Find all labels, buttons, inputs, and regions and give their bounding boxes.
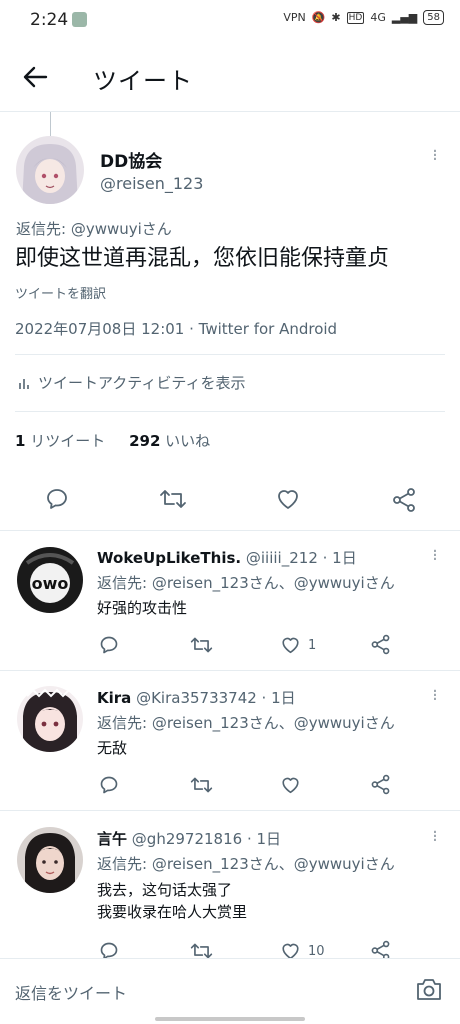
status-time: 2:24 bbox=[30, 10, 69, 30]
avatar[interactable] bbox=[16, 136, 84, 204]
more-options-icon[interactable]: · · · bbox=[432, 143, 438, 169]
retweet-icon[interactable] bbox=[190, 635, 213, 655]
tweet-text: 即使这世道再混乱，您依旧能保持童贞 bbox=[15, 246, 390, 271]
share-icon[interactable] bbox=[370, 774, 391, 795]
vpn-icon: VPN bbox=[283, 11, 306, 24]
more-options-icon[interactable]: · · · bbox=[432, 824, 438, 850]
retweet-count[interactable]: 1 bbox=[15, 432, 25, 450]
reply-meta[interactable]: @iiiii_212 · 1日 bbox=[246, 549, 357, 567]
battery-level: 58 bbox=[423, 10, 444, 25]
reply-to-label[interactable]: 返信先: @reisen_123さん、@ywwuyiさん bbox=[97, 572, 395, 593]
reply-author-name[interactable]: WokeUpLikeThis. bbox=[97, 549, 241, 567]
reply-author-name[interactable]: Kira bbox=[97, 689, 131, 707]
like-icon[interactable] bbox=[275, 487, 301, 511]
engagement-stats: 1 リツイート 292 いいね bbox=[15, 430, 210, 451]
status-icons: VPN 🔕 ✱ HD 4G ▂▄▆ 58 bbox=[283, 10, 444, 25]
reply-meta[interactable]: @gh29721816 · 1日 bbox=[132, 830, 281, 848]
retweet-label[interactable]: リツイート bbox=[30, 432, 105, 450]
like-label[interactable]: いいね bbox=[165, 432, 210, 450]
reply-icon[interactable] bbox=[99, 635, 119, 655]
avatar[interactable] bbox=[17, 827, 83, 893]
bluetooth-icon: ✱ bbox=[331, 11, 341, 24]
like-button[interactable] bbox=[280, 775, 308, 795]
reply-icon[interactable] bbox=[45, 487, 69, 511]
reply-icon[interactable] bbox=[99, 775, 119, 795]
mute-icon: 🔕 bbox=[311, 11, 326, 24]
reply-to-label[interactable]: 返信先: @ywwuyiさん bbox=[16, 218, 172, 239]
like-button[interactable]: 1 bbox=[280, 635, 316, 655]
reply-input[interactable]: 返信をツイート bbox=[15, 980, 127, 1004]
like-count[interactable]: 292 bbox=[129, 432, 160, 450]
reply-text: 无敌 bbox=[97, 737, 127, 759]
divider bbox=[15, 411, 445, 412]
home-indicator[interactable] bbox=[155, 1017, 305, 1021]
reply-to-label[interactable]: 返信先: @reisen_123さん、@ywwuyiさん bbox=[97, 712, 395, 733]
bar-chart-icon bbox=[18, 376, 30, 390]
reply-text-line: 我要收录在哈人大赏里 bbox=[97, 903, 248, 921]
back-arrow-icon[interactable] bbox=[22, 64, 48, 90]
more-options-icon[interactable]: · · · bbox=[432, 683, 438, 709]
divider bbox=[0, 530, 460, 531]
svg-text:owo: owo bbox=[32, 574, 69, 593]
page-title: ツイート bbox=[93, 67, 193, 95]
author-handle[interactable]: @reisen_123 bbox=[100, 174, 203, 193]
like-icon[interactable] bbox=[280, 635, 301, 655]
view-activity-button[interactable]: ツイートアクティビティを表示 bbox=[18, 372, 245, 393]
tweet-datetime: 2022年07月08日 12:01 · Twitter for Android bbox=[15, 320, 338, 338]
divider bbox=[15, 354, 445, 355]
reply-text-line: 好强的攻击性 bbox=[97, 599, 188, 617]
like-count: 1 bbox=[308, 637, 317, 653]
divider bbox=[0, 810, 460, 811]
retweet-icon[interactable] bbox=[159, 487, 187, 511]
hd-icon: HD bbox=[346, 11, 365, 24]
avatar[interactable] bbox=[17, 686, 83, 752]
signal-icon: ▂▄▆ bbox=[391, 11, 418, 24]
retweet-icon[interactable] bbox=[190, 775, 213, 795]
share-icon[interactable] bbox=[370, 634, 391, 655]
reply-text-line: 无敌 bbox=[97, 739, 128, 757]
reply-header: Kira @Kira35733742 · 1日 bbox=[97, 687, 296, 708]
author-name[interactable]: DD協会 bbox=[100, 147, 162, 172]
header-divider bbox=[0, 111, 460, 112]
reply-header: WokeUpLikeThis. @iiiii_212 · 1日 bbox=[97, 547, 357, 568]
like-count: 10 bbox=[308, 943, 325, 959]
reply-text: 好强的攻击性 bbox=[97, 597, 187, 619]
avatar[interactable]: owo bbox=[17, 547, 83, 613]
reply-to-label[interactable]: 返信先: @reisen_123さん、@ywwuyiさん bbox=[97, 853, 395, 874]
reply-text-line: 我去，这句话太强了 bbox=[97, 881, 233, 899]
thread-line bbox=[50, 112, 51, 138]
divider bbox=[0, 670, 460, 671]
like-icon[interactable] bbox=[280, 775, 301, 795]
reply-header: 言午 @gh29721816 · 1日 bbox=[97, 828, 281, 849]
reply-author-name[interactable]: 言午 bbox=[97, 830, 127, 848]
camera-icon[interactable] bbox=[415, 976, 443, 1002]
share-icon[interactable] bbox=[391, 487, 417, 513]
activity-label: ツイートアクティビティを表示 bbox=[38, 374, 246, 392]
translate-link[interactable]: ツイートを翻訳 bbox=[15, 283, 106, 302]
app-notification-icon bbox=[72, 12, 87, 27]
reply-meta[interactable]: @Kira35733742 · 1日 bbox=[136, 689, 296, 707]
reply-text: 我去，这句话太强了 我要收录在哈人大赏里 bbox=[97, 879, 247, 923]
network-type: 4G bbox=[370, 11, 386, 24]
more-options-icon[interactable]: · · · bbox=[432, 543, 438, 569]
